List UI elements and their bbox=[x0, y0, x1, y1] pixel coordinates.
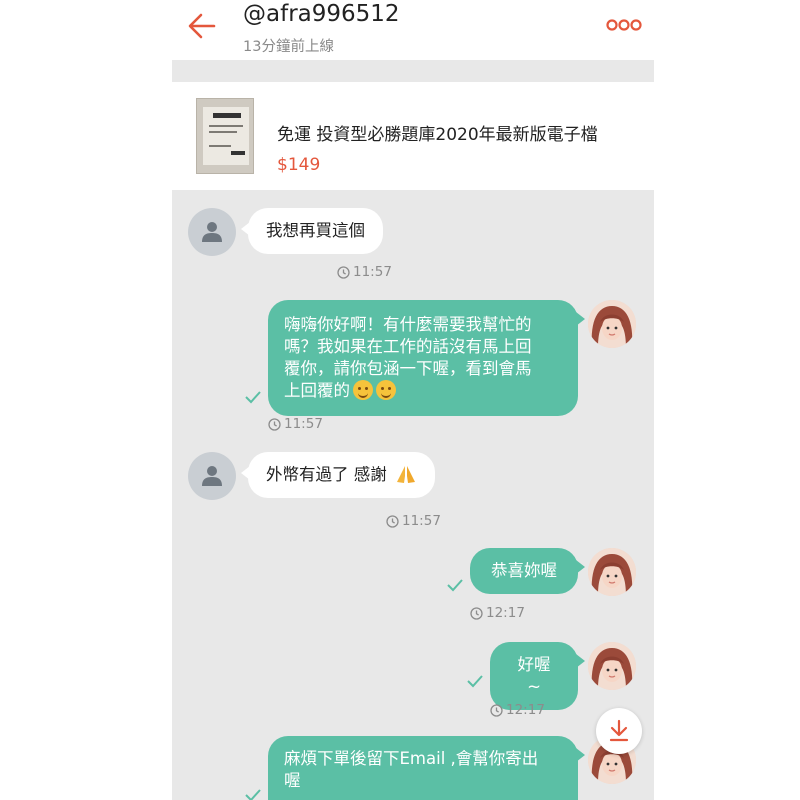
message-bubble: 我想再買這個 bbox=[241, 208, 383, 254]
read-check-icon bbox=[245, 789, 261, 800]
buyer-avatar[interactable] bbox=[188, 208, 236, 256]
clock-icon bbox=[268, 417, 281, 431]
message-line: 上回覆的 bbox=[284, 381, 350, 400]
chat-header: @afra996512 13分鐘前上線 bbox=[0, 0, 800, 60]
read-check-icon bbox=[447, 579, 463, 592]
message-line: 喔 bbox=[284, 771, 301, 790]
clock-icon bbox=[337, 265, 350, 279]
message-bubble: 外幣有過了 感謝 bbox=[241, 452, 435, 498]
product-name: 免運 投資型必勝題庫2020年最新版電子檔 bbox=[277, 125, 598, 145]
clock-icon bbox=[490, 703, 503, 717]
clock-icon bbox=[470, 606, 483, 620]
message-bubble: 麻煩下單後留下Email ,會幫你寄出 喔 bbox=[268, 736, 585, 800]
hugging-face-emoji-icon bbox=[353, 380, 373, 400]
online-status: 13分鐘前上線 bbox=[243, 39, 334, 55]
product-price: $149 bbox=[277, 155, 321, 175]
back-arrow-icon[interactable] bbox=[184, 8, 220, 44]
message-line: 嗎？我如果在工作的話沒有馬上回 bbox=[284, 337, 532, 356]
message-bubble: 恭喜妳喔 bbox=[470, 548, 585, 594]
seller-avatar[interactable] bbox=[588, 642, 636, 690]
message-time: 12:17 bbox=[490, 702, 545, 718]
message-time: 12:17 bbox=[470, 605, 525, 621]
seller-avatar[interactable] bbox=[588, 548, 636, 596]
person-icon bbox=[202, 466, 222, 486]
buyer-avatar[interactable] bbox=[188, 452, 236, 500]
seller-avatar[interactable] bbox=[588, 300, 636, 348]
message-line: 嗨嗨你好啊！有什麼需要我幫忙的 bbox=[284, 315, 532, 334]
chat-panel[interactable]: 免運 投資型必勝題庫2020年最新版電子檔 $149 我想再買這個 11:57 … bbox=[172, 60, 654, 800]
message-line: 麻煩下單後留下Email ,會幫你寄出 bbox=[284, 749, 539, 768]
profile-photo bbox=[588, 548, 636, 596]
product-thumbnail bbox=[196, 98, 254, 174]
read-check-icon bbox=[245, 391, 261, 404]
download-icon bbox=[609, 719, 629, 742]
message-text: 我想再買這個 bbox=[266, 221, 365, 240]
message-bubble: 好喔 ~ bbox=[490, 642, 585, 710]
message-text: 恭喜妳喔 bbox=[491, 561, 557, 580]
clock-icon bbox=[386, 514, 399, 528]
profile-photo bbox=[588, 300, 636, 348]
more-options-icon[interactable] bbox=[604, 14, 644, 36]
message-text: 好喔 ~ bbox=[517, 655, 551, 696]
message-time: 11:57 bbox=[337, 264, 392, 280]
message-text: 外幣有過了 感謝 bbox=[266, 465, 387, 484]
read-check-icon bbox=[467, 675, 483, 688]
product-card[interactable]: 免運 投資型必勝題庫2020年最新版電子檔 $149 bbox=[172, 82, 654, 190]
profile-photo bbox=[588, 642, 636, 690]
person-icon bbox=[202, 222, 222, 242]
message-time: 11:57 bbox=[268, 416, 323, 432]
folded-hands-emoji-icon bbox=[397, 466, 415, 483]
hugging-face-emoji-icon bbox=[376, 380, 396, 400]
chat-username: @afra996512 bbox=[243, 1, 400, 27]
message-line: 覆你，請你包涵一下喔，看到會馬 bbox=[284, 359, 532, 378]
download-button[interactable] bbox=[596, 708, 642, 754]
message-time: 11:57 bbox=[386, 513, 441, 529]
message-bubble: 嗨嗨你好啊！有什麼需要我幫忙的 嗎？我如果在工作的話沒有馬上回 覆你，請你包涵一… bbox=[268, 300, 585, 416]
